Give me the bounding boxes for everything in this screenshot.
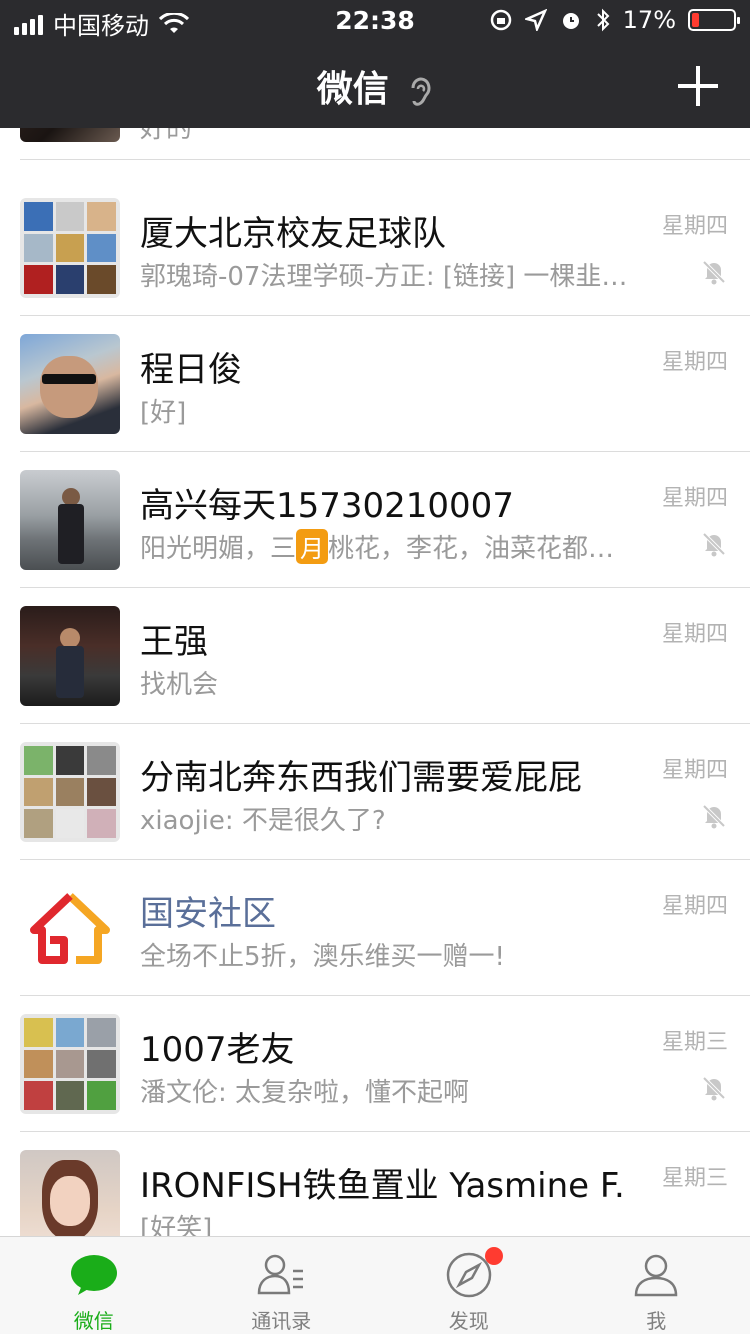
moon-emoji: 月 xyxy=(296,529,329,564)
preview-text-end: 桃花，李花，油菜花都… xyxy=(328,534,615,564)
avatar xyxy=(20,470,120,570)
battery-icon xyxy=(688,9,740,31)
chat-name: 分南北奔东西我们需要爱屁屁 xyxy=(140,758,582,798)
mute-bell-icon xyxy=(702,532,726,557)
avatar xyxy=(20,334,120,434)
group-avatar xyxy=(20,198,120,298)
avatar xyxy=(20,606,120,706)
battery-percent: 17% xyxy=(622,6,676,34)
tab-label: 通讯录 xyxy=(251,1309,312,1333)
page-title: 微信 xyxy=(0,60,750,112)
group-avatar xyxy=(20,742,120,842)
tab-me[interactable]: 我 xyxy=(563,1237,750,1334)
tab-label: 微信 xyxy=(73,1309,114,1333)
earpiece-mode-icon xyxy=(411,77,431,106)
chat-row[interactable]: 程日俊 [好] 星期四 xyxy=(0,316,750,452)
status-bar: 中国移动 22:38 17% xyxy=(0,0,750,40)
tab-bar: 微信 通讯录 发现 我 xyxy=(0,1236,750,1334)
chat-preview: [好] xyxy=(140,398,187,428)
tab-label: 我 xyxy=(646,1309,667,1333)
mute-bell-icon xyxy=(702,804,726,829)
chat-date: 星期四 xyxy=(661,486,728,511)
preview-text-start: 阳光明媚，三 xyxy=(140,534,297,564)
chat-name: 厦大北京校友足球队 xyxy=(140,214,446,254)
add-button[interactable] xyxy=(678,66,718,106)
location-icon xyxy=(524,9,547,31)
chat-preview: xiaojie: 不是很久了? xyxy=(140,806,386,836)
chat-row[interactable]: 厦大北京校友足球队 郭瑰琦-07法理学硕-方正: [链接] 一棵韭… 星期四 xyxy=(0,180,750,316)
rotation-lock-icon xyxy=(490,9,511,31)
chat-row[interactable]: 国安社区 全场不止5折，澳乐维买一赠一! 星期四 xyxy=(0,860,750,996)
mute-bell-icon xyxy=(702,1076,726,1101)
chat-row[interactable]: 高兴每天15730210007 阳光明媚，三月桃花，李花，油菜花都… 星期四 xyxy=(0,452,750,588)
chat-name: 国安社区 xyxy=(140,894,276,934)
bluetooth-icon xyxy=(596,8,610,32)
chat-date: 星期四 xyxy=(661,758,728,783)
tab-discover[interactable]: 发现 xyxy=(375,1237,563,1334)
house-g-logo-icon xyxy=(30,893,110,964)
chat-preview: [好笑] xyxy=(140,1214,213,1236)
chat-name: 程日俊 xyxy=(140,350,242,390)
chat-row[interactable]: 分南北奔东西我们需要爱屁屁 xiaojie: 不是很久了? 星期四 xyxy=(0,724,750,860)
chat-date: 星期四 xyxy=(661,894,728,919)
chat-date: 星期四 xyxy=(661,214,728,239)
group-avatar xyxy=(20,1014,120,1114)
chat-row[interactable]: 1007老友 潘文伦: 太复杂啦，懂不起啊 星期三 xyxy=(0,996,750,1132)
chat-date: 星期四 xyxy=(661,622,728,647)
notification-dot xyxy=(484,1247,503,1265)
title-text: 微信 xyxy=(316,69,389,110)
chat-preview: 全场不止5折，澳乐维买一赠一! xyxy=(140,942,505,972)
top-bar: 中国移动 22:38 17% 微信 xyxy=(0,0,750,128)
contacts-icon xyxy=(257,1254,304,1295)
chat-bubble-icon xyxy=(70,1255,117,1295)
chat-list[interactable]: 好的 厦大北京校友足球队 郭瑰琦-07法理学硕-方正: [链接] 一棵韭… 星期… xyxy=(0,44,750,1236)
chat-row[interactable]: 王强 找机会 星期四 xyxy=(0,588,750,724)
chat-preview: 找机会 xyxy=(140,670,219,700)
chat-name: 高兴每天15730210007 xyxy=(140,486,514,526)
chat-date: 星期三 xyxy=(661,1030,728,1055)
chat-preview: 潘文伦: 太复杂啦，懂不起啊 xyxy=(140,1078,470,1108)
logo-avatar xyxy=(20,878,120,978)
chat-row[interactable]: IRONFISH铁鱼置业 Yasmine F. [好笑] 星期三 xyxy=(0,1132,750,1236)
chat-name: IRONFISH铁鱼置业 Yasmine F. xyxy=(140,1166,625,1206)
tab-label: 发现 xyxy=(448,1309,489,1333)
alarm-icon xyxy=(562,13,579,29)
person-icon xyxy=(634,1254,678,1297)
chat-date: 星期四 xyxy=(661,350,728,375)
avatar xyxy=(20,1150,120,1236)
chat-date: 星期三 xyxy=(661,1166,728,1191)
chat-preview: 阳光明媚，三月桃花，李花，油菜花都… xyxy=(140,528,614,565)
chat-name: 1007老友 xyxy=(140,1030,295,1070)
mute-bell-icon xyxy=(702,260,726,285)
chat-name: 王强 xyxy=(140,622,208,662)
chat-preview: 郭瑰琦-07法理学硕-方正: [链接] 一棵韭… xyxy=(140,262,628,292)
tab-chats[interactable]: 微信 xyxy=(0,1237,188,1334)
tab-contacts[interactable]: 通讯录 xyxy=(188,1237,376,1334)
